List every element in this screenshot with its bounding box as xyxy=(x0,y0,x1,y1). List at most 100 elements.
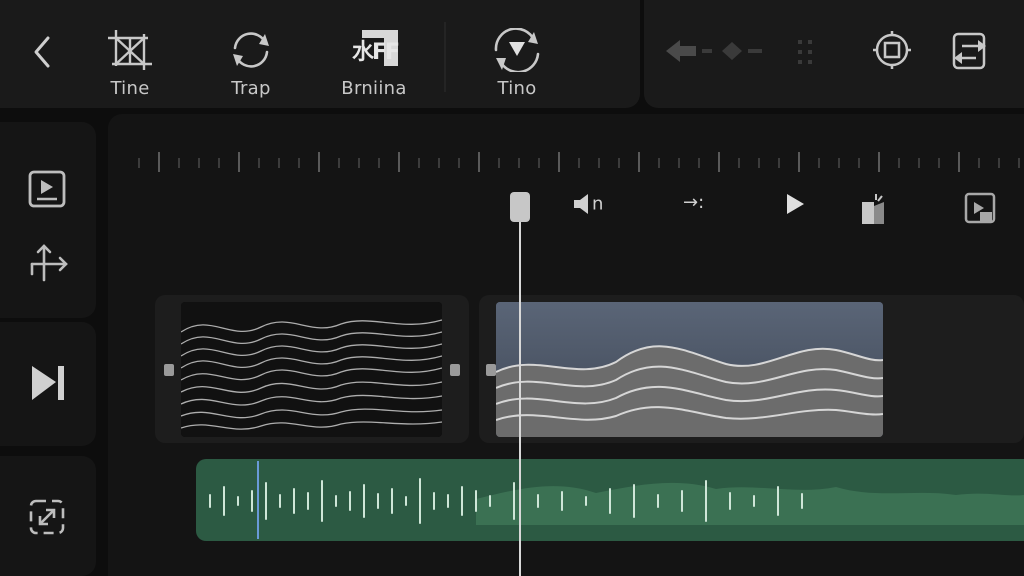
ruler-tick xyxy=(778,158,780,168)
ruler-tick xyxy=(618,158,620,168)
ruler-tick xyxy=(318,152,320,172)
ruler-tick xyxy=(898,158,900,168)
ruler-tick xyxy=(218,158,220,168)
ruler-tick xyxy=(598,158,600,168)
frame-select-button[interactable] xyxy=(872,30,912,70)
media-icon xyxy=(28,170,66,208)
ruler-tick xyxy=(138,158,140,168)
ruler-tick xyxy=(838,158,840,168)
tool-label: Tino xyxy=(497,78,537,99)
transform-arrows-icon xyxy=(494,28,540,72)
tool-label: Brniina xyxy=(341,78,407,99)
frame-select-icon xyxy=(873,31,911,69)
volume-control[interactable]: n xyxy=(572,192,603,218)
clip-trim-handle-left[interactable] xyxy=(486,364,496,376)
speed-control[interactable]: →: xyxy=(683,192,704,218)
play-button[interactable] xyxy=(784,192,806,218)
playhead-line xyxy=(519,196,521,576)
ruler-tick xyxy=(758,158,760,168)
ruler-tick xyxy=(298,158,300,168)
effects-button[interactable] xyxy=(858,192,888,224)
wave-thumbnail-blue xyxy=(496,302,883,437)
clip-trim-handle-left[interactable] xyxy=(164,364,174,376)
ruler-tick xyxy=(738,158,740,168)
playhead-handle[interactable] xyxy=(510,192,530,222)
preview-icon xyxy=(964,192,996,224)
ruler-tick xyxy=(638,152,640,172)
ruler-tick xyxy=(398,152,400,172)
ruler-tick xyxy=(418,158,420,168)
export-button[interactable] xyxy=(950,30,990,72)
ruler-tick xyxy=(938,158,940,168)
ruler-tick xyxy=(518,158,520,168)
move-button[interactable] xyxy=(26,240,70,288)
text-effect-icon: 水FF xyxy=(348,28,400,72)
ruler-tick xyxy=(918,158,920,168)
speaker-icon xyxy=(574,194,588,214)
ruler-tick xyxy=(718,152,720,172)
crop-grid-icon xyxy=(108,30,152,70)
tool-tino[interactable]: Tino xyxy=(472,28,562,99)
text-effect-glyph: 水FF xyxy=(352,40,400,65)
ruler-tick xyxy=(578,158,580,168)
ruler-tick xyxy=(378,158,380,168)
play-next-button[interactable] xyxy=(26,362,68,408)
tool-tine[interactable]: Tine xyxy=(85,28,175,99)
back-button[interactable] xyxy=(28,34,58,70)
expand-icon xyxy=(29,499,65,535)
ruler-tick xyxy=(1018,158,1020,168)
audio-track[interactable] xyxy=(196,459,1024,541)
clip-thumbnail xyxy=(496,302,883,437)
ruler-tick xyxy=(198,158,200,168)
preview-button[interactable] xyxy=(964,192,998,224)
ruler-tick xyxy=(558,152,560,172)
ruler-tick xyxy=(338,158,340,168)
top-toolbar: Tine Trap 水FF Brniina Tino xyxy=(0,0,640,108)
ruler-tick xyxy=(158,152,160,172)
tool-label: Trap xyxy=(231,78,271,99)
media-button[interactable] xyxy=(26,168,68,214)
expand-button[interactable] xyxy=(26,496,68,542)
sidebar-group-play xyxy=(0,322,96,446)
move-arrows-icon xyxy=(30,244,68,282)
ruler-tick xyxy=(458,158,460,168)
ruler-tick xyxy=(858,158,860,168)
sidebar-group-expand xyxy=(0,456,96,576)
play-next-icon xyxy=(32,366,64,400)
ruler-tick xyxy=(358,158,360,168)
export-icon xyxy=(952,32,986,70)
sidebar-group-media xyxy=(0,122,96,318)
ruler-tick xyxy=(678,158,680,168)
ruler-tick xyxy=(278,158,280,168)
audio-waveform xyxy=(209,461,1024,539)
ruler-tick xyxy=(438,158,440,168)
clip-trim-handle-right[interactable] xyxy=(450,364,460,376)
tool-label: Tine xyxy=(110,78,150,99)
ruler-tick xyxy=(998,158,1000,168)
ruler-tick xyxy=(538,158,540,168)
effects-icon xyxy=(862,194,884,224)
chevron-left-icon xyxy=(34,36,50,68)
ruler-tick xyxy=(238,152,240,172)
speed-label: →: xyxy=(683,192,705,213)
ruler-tick xyxy=(818,158,820,168)
ruler-tick xyxy=(978,158,980,168)
keyframe-button[interactable] xyxy=(662,34,832,68)
ruler-tick xyxy=(178,158,180,168)
toolbar-divider xyxy=(444,22,446,92)
clip-thumbnail xyxy=(181,302,442,437)
ruler-tick xyxy=(258,158,260,168)
ruler-tick xyxy=(878,152,880,172)
keyframe-arrows-icon xyxy=(666,40,812,64)
volume-label: n xyxy=(592,193,604,215)
timeline-ruler[interactable] xyxy=(130,150,1024,174)
ruler-tick xyxy=(698,158,700,168)
ruler-tick xyxy=(658,158,660,168)
ruler-tick xyxy=(478,152,480,172)
top-toolbar-right xyxy=(644,0,1024,108)
tool-trap[interactable]: Trap xyxy=(206,28,296,99)
rotate-arrows-icon xyxy=(233,32,269,68)
ruler-tick xyxy=(958,152,960,172)
ruler-tick xyxy=(498,158,500,168)
tool-brniina[interactable]: 水FF Brniina xyxy=(329,28,419,99)
